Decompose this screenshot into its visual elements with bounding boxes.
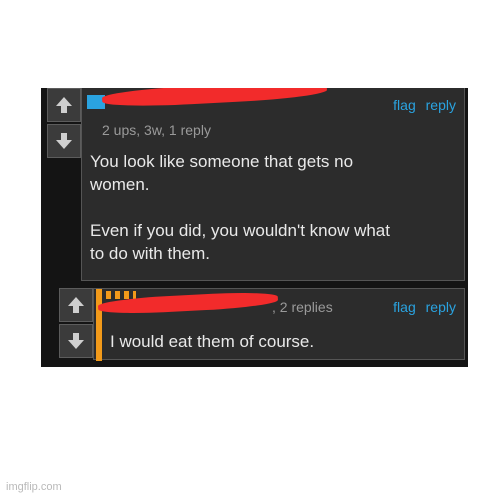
username-redaction [101, 88, 328, 109]
comment-actions: flag reply [387, 97, 456, 113]
reply-upvote-button[interactable] [59, 288, 93, 322]
reply-thread-line [96, 289, 102, 361]
comment-text: You look like someone that gets no women… [90, 152, 390, 263]
comment-thread-screenshot: flag reply 2 ups, 3w, 1 reply You look l… [41, 88, 468, 367]
downvote-button[interactable] [47, 124, 81, 158]
reply-downvote-button[interactable] [59, 324, 93, 358]
comment-meta: 2 ups, 3w, 1 reply [102, 122, 211, 138]
flag-link[interactable]: flag [393, 97, 416, 113]
reply-link[interactable]: reply [426, 97, 456, 113]
comment-meta: , 2 replies [272, 299, 333, 315]
arrow-up-icon [56, 97, 72, 113]
arrow-up-icon [68, 297, 84, 313]
comment-text: I would eat them of course. [110, 332, 315, 351]
comment-card: flag reply 2 ups, 3w, 1 reply You look l… [81, 88, 465, 281]
imgflip-watermark: imgflip.com [6, 481, 62, 493]
arrow-down-icon [68, 333, 84, 349]
arrow-down-icon [56, 133, 72, 149]
reply-card: , 2 replies flag reply I would eat them … [93, 288, 465, 361]
upvote-button[interactable] [47, 88, 81, 122]
user-badge [106, 291, 136, 299]
flag-link[interactable]: flag [393, 299, 416, 315]
reply-link[interactable]: reply [426, 299, 456, 315]
comment-actions: flag reply [387, 299, 456, 315]
